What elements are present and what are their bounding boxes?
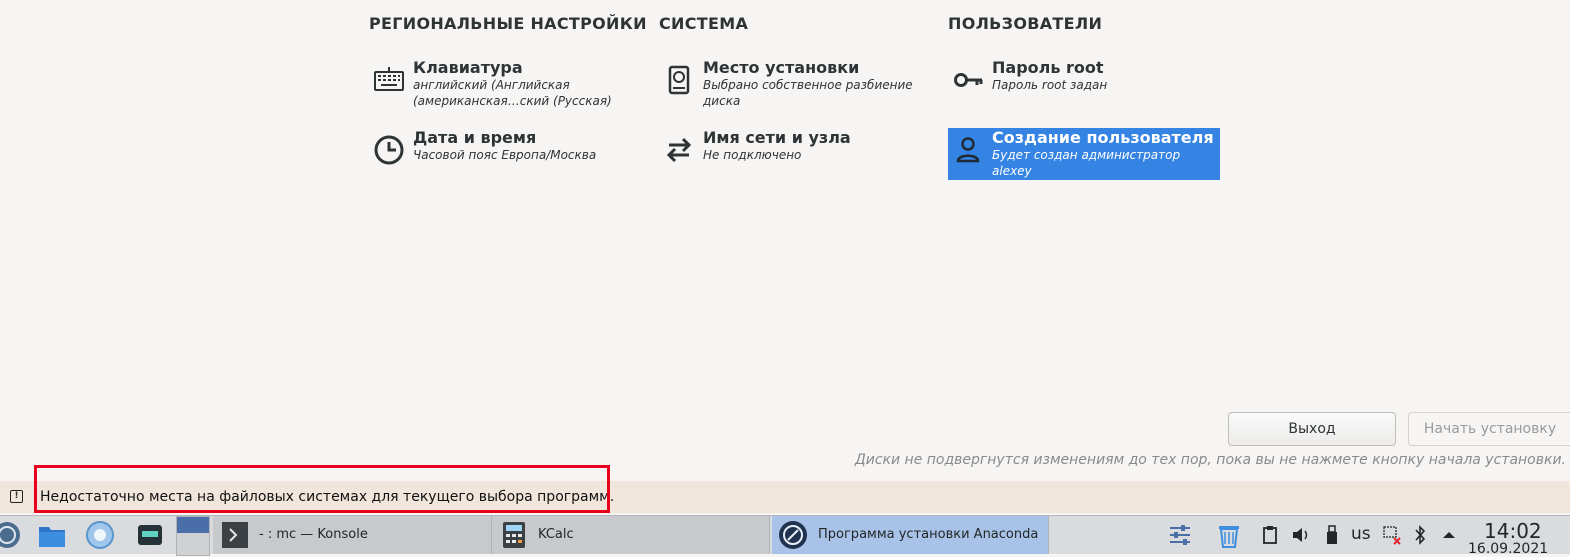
trash-icon[interactable] xyxy=(1215,521,1243,549)
root-password-spoke[interactable]: Пароль root Пароль root задан xyxy=(948,58,1220,112)
network-status: Не подключено xyxy=(703,148,802,162)
warning-text: Недостаточно места на файловых системах … xyxy=(40,489,615,505)
task-anaconda-label: Программа установки Anaconda xyxy=(818,527,1039,542)
keyboard-layout-indicator[interactable]: us xyxy=(1351,524,1371,544)
system-heading: СИСТЕМА xyxy=(659,14,749,33)
network-spoke[interactable]: Имя сети и узла Не подключено xyxy=(659,128,929,182)
keyboard-spoke[interactable]: Клавиатура английский (Английская (амери… xyxy=(369,58,639,112)
volume-icon[interactable] xyxy=(1291,526,1311,544)
task-konsole-label: - : mc — Konsole xyxy=(259,527,368,542)
task-kcalc[interactable]: KCalc xyxy=(492,516,770,554)
anaconda-icon xyxy=(779,521,807,549)
terminal-icon xyxy=(222,522,248,548)
network-title: Имя сети и узла xyxy=(703,128,851,147)
chevron-up-icon[interactable] xyxy=(1442,530,1456,540)
keyboard-icon xyxy=(374,67,404,91)
folder-icon[interactable] xyxy=(37,520,67,550)
task-kcalc-label: KCalc xyxy=(538,527,574,542)
browser-icon[interactable] xyxy=(85,520,115,550)
user-creation-status: Будет создан администратор alexey xyxy=(992,148,1181,178)
app-launcher-icon[interactable] xyxy=(0,520,22,550)
taskbar: - : mc — Konsole KCalc Программа установ… xyxy=(0,515,1570,557)
warning-bar[interactable]: ! Недостаточно места на файловых система… xyxy=(0,481,1570,513)
install-destination-spoke[interactable]: Место установки Выбрано собственное разб… xyxy=(659,58,929,112)
network-arrows-icon xyxy=(666,137,692,163)
datetime-spoke[interactable]: Дата и время Часовой пояс Европа/Москва xyxy=(369,128,639,182)
users-heading: ПОЛЬЗОВАТЕЛИ xyxy=(948,14,1103,33)
desktop-pager[interactable] xyxy=(176,516,210,556)
usb-device-icon[interactable] xyxy=(1325,525,1339,545)
root-password-title: Пароль root xyxy=(992,58,1104,77)
warning-icon: ! xyxy=(10,490,23,503)
regional-settings-heading: РЕГИОНАЛЬНЫЕ НАСТРОЙКИ xyxy=(369,14,647,33)
key-icon xyxy=(954,73,983,87)
mixer-icon[interactable] xyxy=(1167,522,1193,548)
task-konsole[interactable]: - : mc — Konsole xyxy=(213,516,492,554)
disk-changes-note: Диски не подвергнутся изменениям до тех … xyxy=(854,452,1566,468)
clock-date[interactable]: 16.09.2021 xyxy=(1468,541,1548,557)
user-icon xyxy=(956,137,980,163)
clock-icon xyxy=(374,135,404,165)
install-destination-title: Место установки xyxy=(703,58,860,77)
bluetooth-icon[interactable] xyxy=(1413,525,1427,545)
user-creation-spoke[interactable]: Создание пользователя Будет создан админ… xyxy=(948,128,1220,180)
clock-time[interactable]: 14:02 xyxy=(1484,519,1542,543)
calculator-icon xyxy=(503,522,525,548)
datetime-status: Часовой пояс Европа/Москва xyxy=(413,148,597,162)
task-anaconda[interactable]: Программа установки Anaconda xyxy=(772,516,1049,554)
datetime-title: Дата и время xyxy=(413,128,537,147)
keyboard-status: английский (Английская (американская…ски… xyxy=(413,78,612,108)
root-password-status: Пароль root задан xyxy=(992,78,1108,92)
user-creation-title: Создание пользователя xyxy=(992,128,1214,147)
install-destination-status: Выбрано собственное разбиение диска xyxy=(703,78,913,108)
disk-icon xyxy=(668,65,690,95)
clipboard-icon[interactable] xyxy=(1262,526,1278,544)
keyboard-title: Клавиатура xyxy=(413,58,523,77)
begin-installation-button[interactable]: Начать установку xyxy=(1408,412,1570,446)
media-player-icon[interactable] xyxy=(135,520,165,550)
network-disconnected-icon[interactable] xyxy=(1383,525,1401,545)
quit-button[interactable]: Выход xyxy=(1228,412,1396,446)
